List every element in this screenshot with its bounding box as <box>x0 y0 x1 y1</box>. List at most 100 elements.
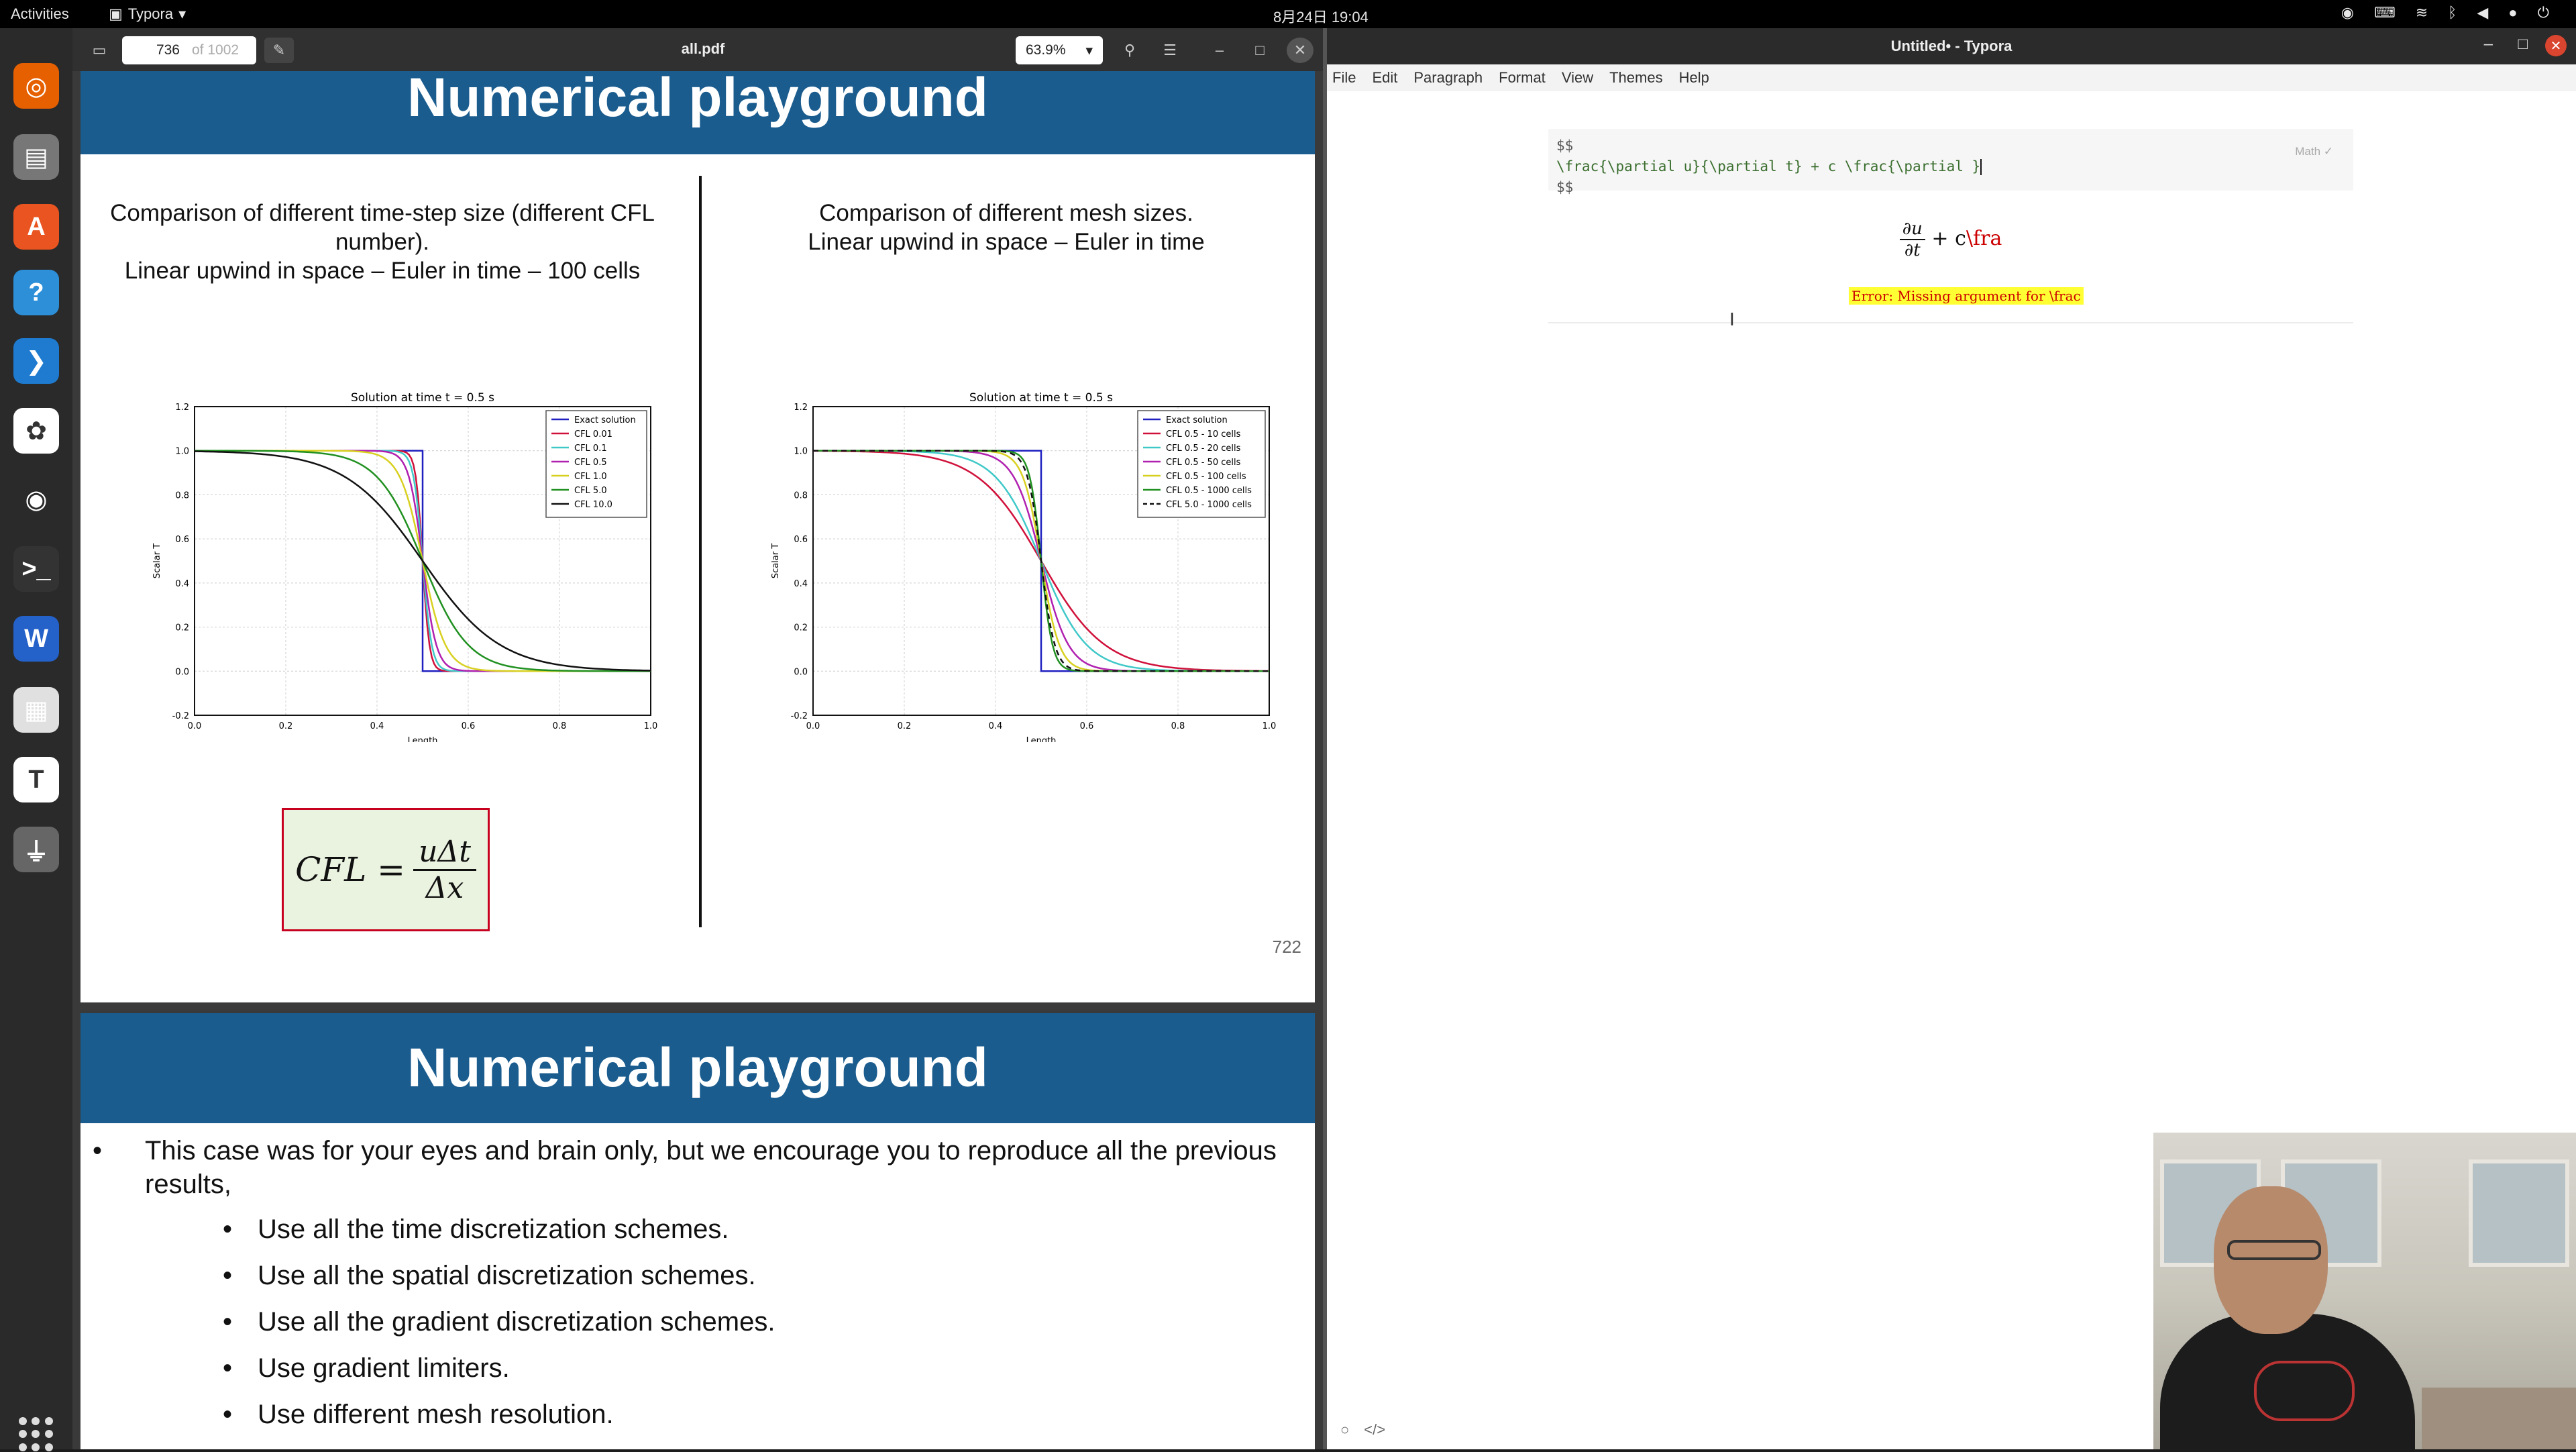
formula-fraction: uΔt Δx <box>413 835 476 905</box>
menu-icon[interactable]: ☰ <box>1157 38 1183 63</box>
legend-entry: CFL 5.0 - 1000 cells <box>1166 500 1252 510</box>
legend-entry: Exact solution <box>574 415 636 425</box>
menu-item-edit[interactable]: Edit <box>1372 69 1397 87</box>
glasses <box>2227 1240 2321 1260</box>
menu-item-format[interactable]: Format <box>1499 69 1546 87</box>
y-tick-label: 0.0 <box>175 667 189 677</box>
annotate-pen-icon[interactable]: ✎ <box>264 38 294 63</box>
left-heading-text: Comparison of different time-step size (… <box>110 200 655 255</box>
minimize-icon[interactable]: – <box>2484 35 2493 54</box>
files-icon[interactable]: ▤ <box>13 134 59 180</box>
x-tick-label: 1.0 <box>1263 721 1277 731</box>
math-delimiter-open: $$ <box>1556 138 1574 154</box>
y-tick-label: 0.6 <box>175 535 189 545</box>
legend-entry: CFL 0.1 <box>574 444 607 454</box>
legend-entry: Exact solution <box>1166 415 1228 425</box>
math-error-message: Error: Missing argument for \frac <box>1849 287 2084 305</box>
typora-icon[interactable]: T <box>13 757 59 802</box>
left-column-heading: Comparison of different time-step size (… <box>107 199 657 285</box>
zoom-selector[interactable]: 63.9% ▾ <box>1016 36 1103 64</box>
current-page-input[interactable]: 736 <box>122 42 186 58</box>
right-heading-text: Comparison of different mesh sizes. <box>819 200 1193 226</box>
pdf-viewer-window: ▭ 736 of 1002 ✎ all.pdf 63.9% ▾ ⚲ ☰ – □ … <box>72 28 1323 1449</box>
terminal-icon[interactable]: >_ <box>13 546 59 592</box>
chevron-down-icon: ▾ <box>1085 42 1093 58</box>
system-tray[interactable]: ◉ ⌨ ≋ ᛒ ◀ ● ⏻ <box>2341 4 2549 21</box>
document-title: all.pdf <box>681 40 725 57</box>
preview-fraction: ∂u ∂t <box>1899 219 1925 260</box>
menu-item-themes[interactable]: Themes <box>1609 69 1662 87</box>
document-viewer-icon[interactable]: ▦ <box>13 687 59 733</box>
x-tick-label: 0.8 <box>553 721 567 731</box>
minimize-icon[interactable]: – <box>1206 38 1233 63</box>
power-icon[interactable]: ⏻ <box>2538 4 2549 21</box>
microphone-icon[interactable]: ● <box>2508 4 2517 21</box>
legend-entry: CFL 0.5 - 50 cells <box>1166 458 1241 468</box>
obs-icon[interactable]: ◉ <box>13 476 59 522</box>
x-tick-label: 0.0 <box>806 721 820 731</box>
volume-icon[interactable]: ◀ <box>2477 4 2488 21</box>
wifi-icon[interactable]: ≋ <box>2416 4 2428 21</box>
preview-numerator: ∂u <box>1899 219 1925 240</box>
y-tick-label: 0.6 <box>794 535 808 545</box>
help-icon[interactable]: ? <box>13 270 59 315</box>
menu-item-paragraph[interactable]: Paragraph <box>1413 69 1483 87</box>
keyboard-icon[interactable]: ⌨ <box>2374 4 2396 21</box>
page-selector[interactable]: 736 of 1002 <box>122 36 256 64</box>
maximize-icon[interactable]: □ <box>2518 35 2528 54</box>
usb-icon[interactable]: ⏚ <box>13 827 59 872</box>
bullet-icon: • <box>223 1400 233 1429</box>
recorder-icon[interactable]: ◉ <box>2341 4 2354 21</box>
x-tick-label: 0.2 <box>898 721 912 731</box>
vscode-icon[interactable]: ❯ <box>13 338 59 384</box>
text-cursor <box>1980 159 1982 175</box>
activities-button[interactable]: Activities <box>11 5 69 23</box>
legend-entry: CFL 10.0 <box>574 500 612 510</box>
math-preview: ∂u ∂t + c\fra <box>1548 219 2353 260</box>
zoom-value: 63.9% <box>1025 42 1066 58</box>
app-menu[interactable]: ▣ Typora ▾ <box>109 5 186 23</box>
firefox-icon[interactable]: ◎ <box>13 63 59 109</box>
close-icon[interactable]: ✕ <box>1287 38 1313 63</box>
x-tick-label: 0.6 <box>1080 721 1094 731</box>
wps-icon[interactable]: W <box>13 616 59 662</box>
menu-item-view[interactable]: View <box>1562 69 1593 87</box>
bullet-icon: • <box>223 1353 233 1383</box>
app-menu-label: Typora <box>127 5 174 22</box>
baidu-netdisk-icon[interactable]: ✿ <box>13 408 59 454</box>
math-source-editor[interactable]: $$ \frac{\partial u}{\partial t} + c \fr… <box>1548 129 2353 195</box>
math-delimiter-close: $$ <box>1556 179 1574 195</box>
y-tick-label: 0.2 <box>794 623 808 633</box>
y-axis-label: Scalar T <box>152 543 162 578</box>
presenter-head <box>2214 1186 2328 1334</box>
y-tick-label: 0.4 <box>794 579 808 589</box>
show-applications-icon[interactable] <box>19 1417 54 1452</box>
typora-app-icon: ▣ <box>109 5 123 22</box>
search-icon[interactable]: ⚲ <box>1116 38 1143 63</box>
maximize-icon[interactable]: □ <box>1246 38 1273 63</box>
right-subheading-text: Linear upwind in space – Euler in time <box>808 229 1205 255</box>
sub-bullet-text: Use all the time discretization schemes. <box>258 1214 729 1244</box>
outline-toggle-icon[interactable]: ○ <box>1340 1421 1349 1439</box>
slide-title: Numerical playground <box>80 70 1315 154</box>
column-divider <box>699 176 702 927</box>
slide-title: Numerical playground <box>80 1013 1315 1123</box>
mesh-comparison-chart: Solution at time t = 0.5 s 0.0 0.2 0.4 0.6 0.… <box>771 391 1277 742</box>
source-code-toggle-icon[interactable]: </> <box>1364 1421 1385 1439</box>
sidebar-toggle-icon[interactable]: ▭ <box>86 38 113 63</box>
cfl-comparison-chart: Solution at time t = 0.5 s 0.0 0.2 0.4 0.6 0.… <box>152 391 657 742</box>
math-source-line[interactable]: \frac{\partial u}{\partial t} + c \frac{… <box>1556 158 1980 174</box>
menu-bar: File Edit Paragraph Format View Themes Help <box>1327 64 2576 91</box>
dock: ◎ ▤ A? ❯ ✿ ◉ >_ W ▦ T ⏚ <box>0 28 72 1452</box>
software-center-icon[interactable]: A <box>13 204 59 250</box>
math-block[interactable]: $$ \frac{\partial u}{\partial t} + c \fr… <box>1548 129 2353 323</box>
close-icon[interactable]: ✕ <box>2545 35 2567 56</box>
legend-entry: CFL 0.5 - 20 cells <box>1166 444 1241 454</box>
clock[interactable]: 8月24日 19:04 <box>1273 5 1368 27</box>
menu-item-file[interactable]: File <box>1332 69 1356 87</box>
page-number: 722 <box>1272 937 1301 957</box>
bullet-icon: • <box>223 1445 232 1449</box>
math-language-tag[interactable]: Math ✓ <box>2295 145 2333 158</box>
bluetooth-icon[interactable]: ᛒ <box>2448 4 2457 21</box>
menu-item-help[interactable]: Help <box>1679 69 1709 87</box>
